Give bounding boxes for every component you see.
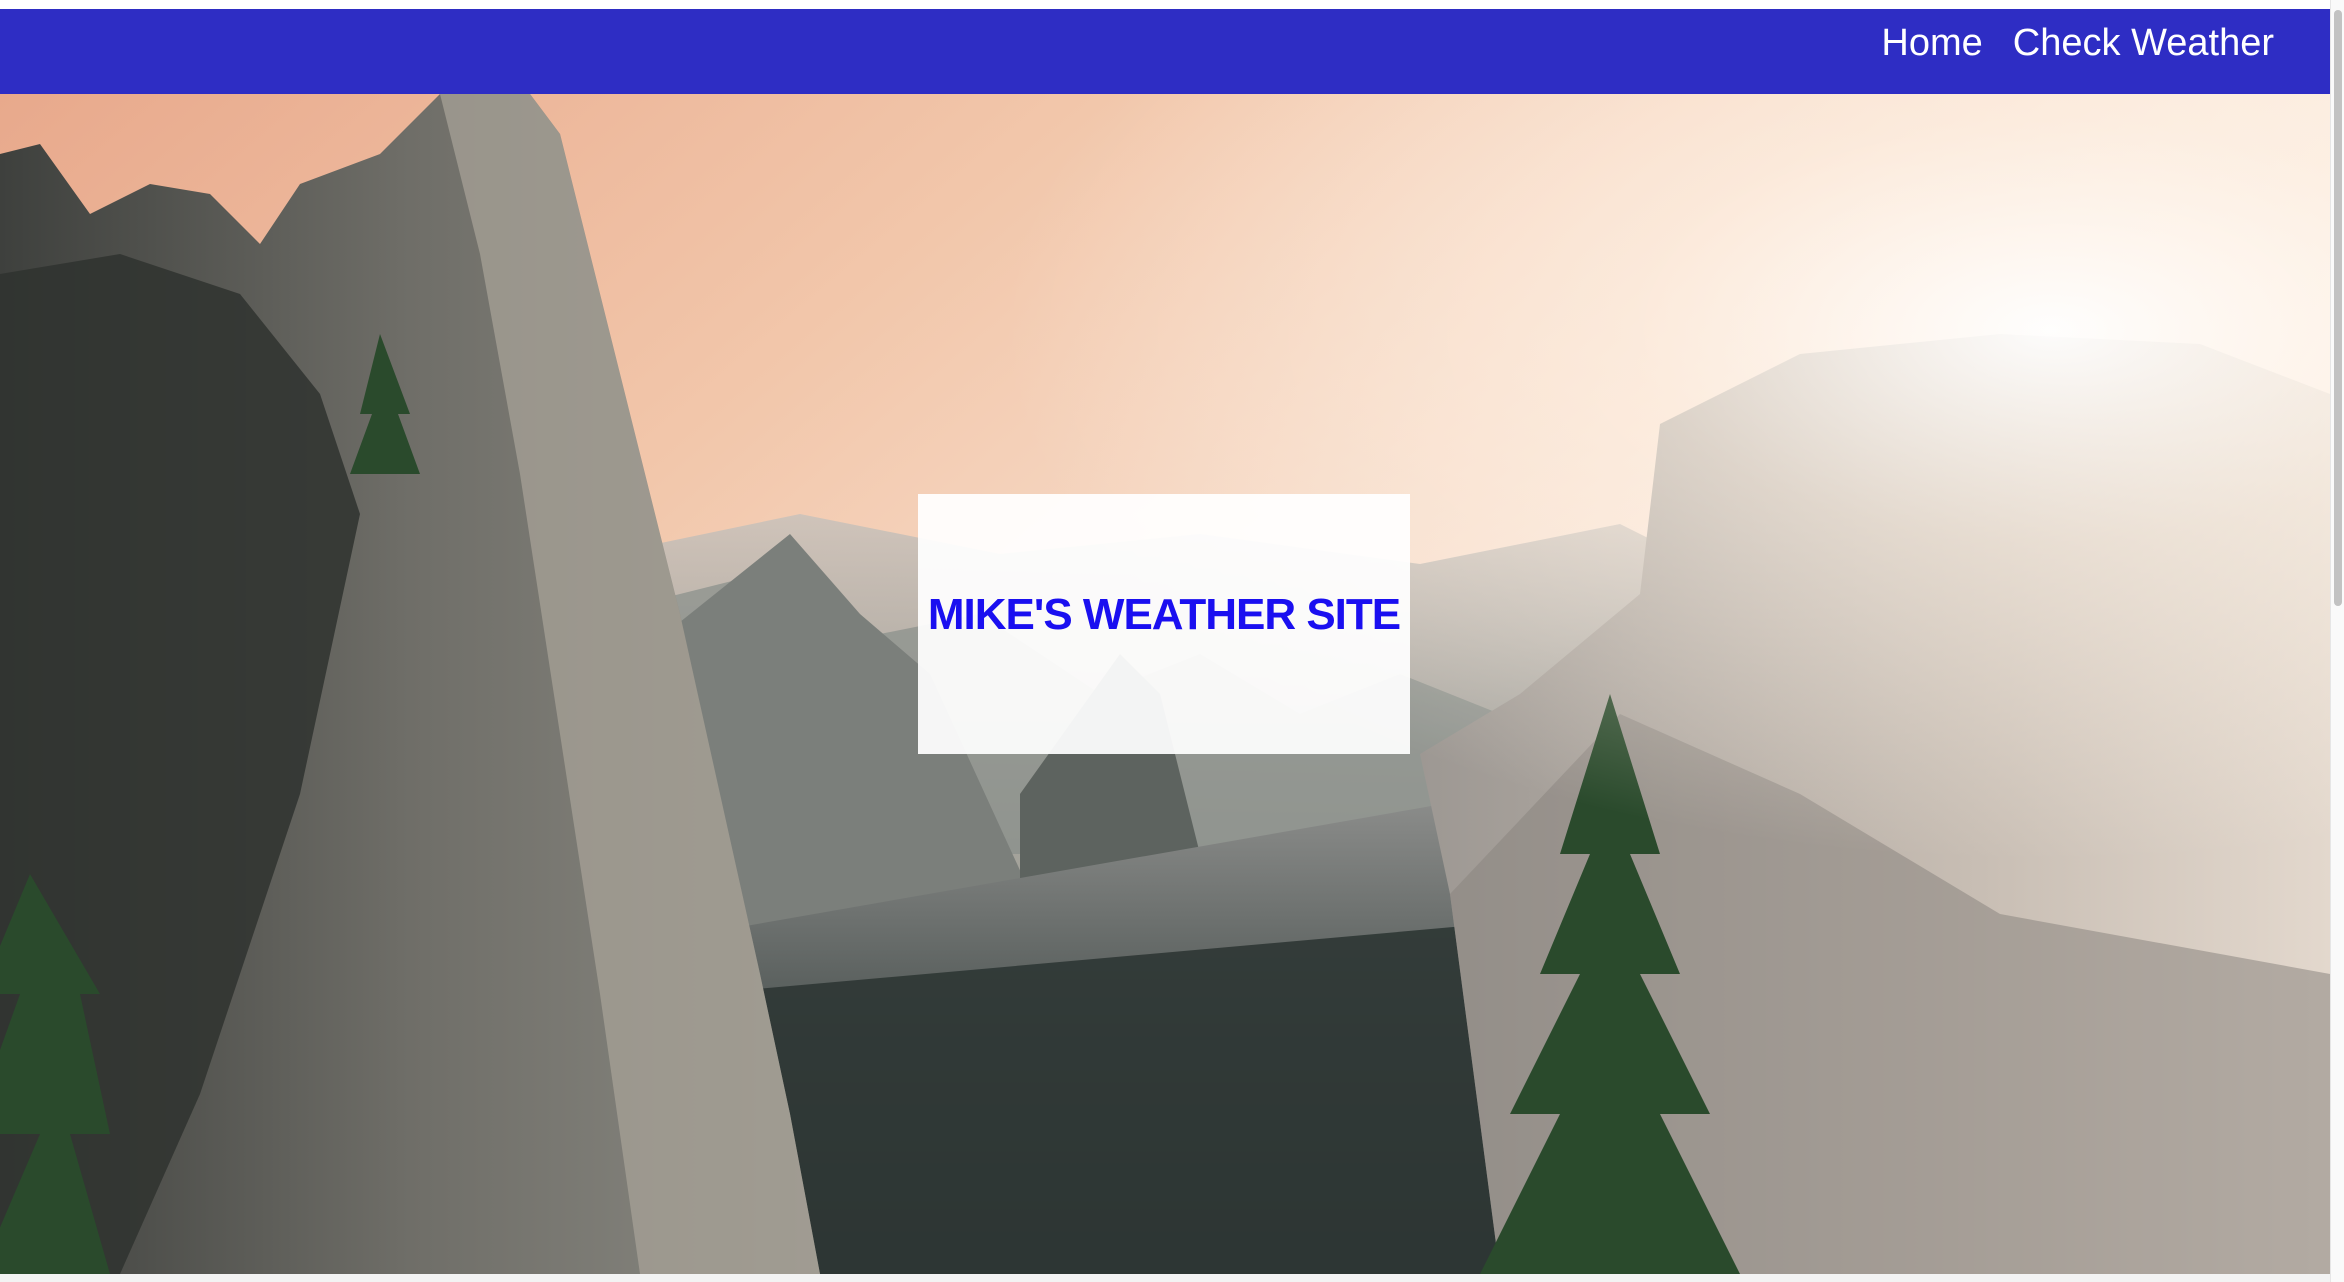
top-gap bbox=[0, 0, 2344, 9]
site-title: MIKE'S WEATHER SITE bbox=[927, 590, 1401, 640]
nav-link-check-weather[interactable]: Check Weather bbox=[2013, 24, 2274, 62]
nav-link-home[interactable]: Home bbox=[1881, 24, 1982, 62]
hero-section: MIKE'S WEATHER SITE bbox=[0, 94, 2330, 1274]
page: Home Check Weather MIKE'S WEATHER SITE bbox=[0, 0, 2344, 1282]
bottom-strip bbox=[0, 1274, 2330, 1282]
scrollbar-thumb[interactable] bbox=[2334, 10, 2342, 606]
navbar: Home Check Weather bbox=[0, 9, 2330, 94]
title-card: MIKE'S WEATHER SITE bbox=[918, 494, 1410, 754]
